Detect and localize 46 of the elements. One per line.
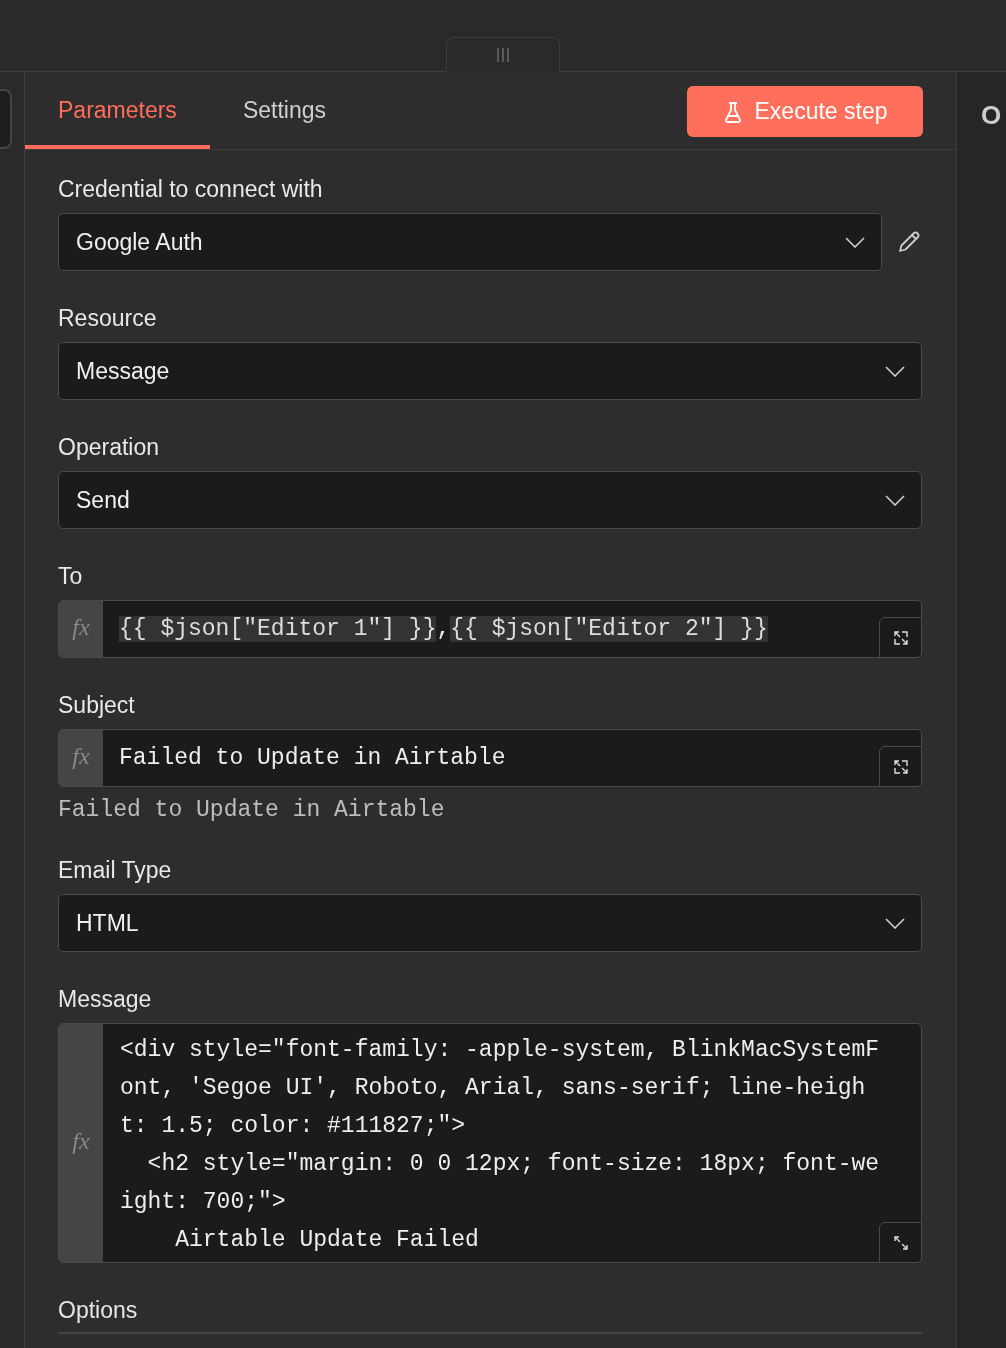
fx-label: fx: [59, 730, 103, 786]
field-label: Operation: [58, 434, 160, 461]
field-label: Email Type: [58, 857, 173, 884]
field-label: To: [58, 563, 84, 590]
expand-icon: [892, 629, 909, 646]
dropdown[interactable]: Message: [58, 342, 922, 400]
value-preview: Failed to Update in Airtable: [58, 797, 446, 823]
chevron-down-icon: [885, 494, 905, 506]
field-label: Subject: [58, 692, 136, 719]
expression-token: {{ $json["Editor 2"] }}: [450, 616, 768, 642]
drag-handle[interactable]: [446, 37, 560, 72]
code-line: t: 1.5; color: #111827;">: [120, 1112, 467, 1141]
tab[interactable]: Settings: [209, 72, 359, 149]
expression-field[interactable]: fx {{ $json["Editor 1"] }},{{ $json["Editor 2"] }}: [58, 600, 922, 658]
expand-icon: [892, 1234, 909, 1251]
expand-button[interactable]: [879, 617, 922, 658]
expression-field[interactable]: fx Failed to Update in Airtable: [58, 729, 922, 787]
code-line: <div style="font-family: -apple-system, BlinkMacSystemF: [120, 1036, 880, 1065]
field-value: ,: [436, 616, 451, 642]
grip-icon: [496, 47, 510, 63]
field-label: Message: [58, 986, 153, 1013]
tab[interactable]: Parameters: [25, 72, 210, 149]
field-label: Resource: [58, 305, 158, 332]
expand-icon: [892, 758, 909, 775]
field-value: Failed to Update in Airtable: [119, 745, 506, 771]
expression-token: {{ $json["Editor 1"] }}: [119, 616, 437, 642]
pencil-icon[interactable]: [896, 229, 922, 255]
dropdown[interactable]: Send: [58, 471, 922, 529]
chevron-down-icon: [885, 917, 905, 929]
code-line: Airtable Update Failed: [174, 1226, 480, 1255]
chevron-down-icon: [845, 236, 865, 248]
expand-button[interactable]: [879, 1222, 922, 1263]
fx-label: fx: [59, 1024, 103, 1262]
section-heading: Options: [58, 1297, 922, 1334]
fx-label: fx: [59, 601, 103, 657]
code-line: ight: 700;">: [120, 1188, 287, 1217]
code-line: <h2 style="margin: 0 0 12px; font-size: 18px; font-we: [146, 1150, 880, 1179]
flask-icon: [722, 100, 743, 123]
dropdown[interactable]: Google Auth: [58, 213, 882, 271]
code-line: ont, 'Segoe UI', Roboto, Arial, sans-serif; line-heigh: [120, 1074, 867, 1103]
chevron-down-icon: [885, 365, 905, 377]
field-label: Credential to connect with: [58, 176, 324, 203]
expand-button[interactable]: [879, 746, 922, 787]
dropdown[interactable]: HTML: [58, 894, 922, 952]
code-field[interactable]: [58, 1023, 922, 1263]
panel-title: O: [981, 100, 1002, 130]
